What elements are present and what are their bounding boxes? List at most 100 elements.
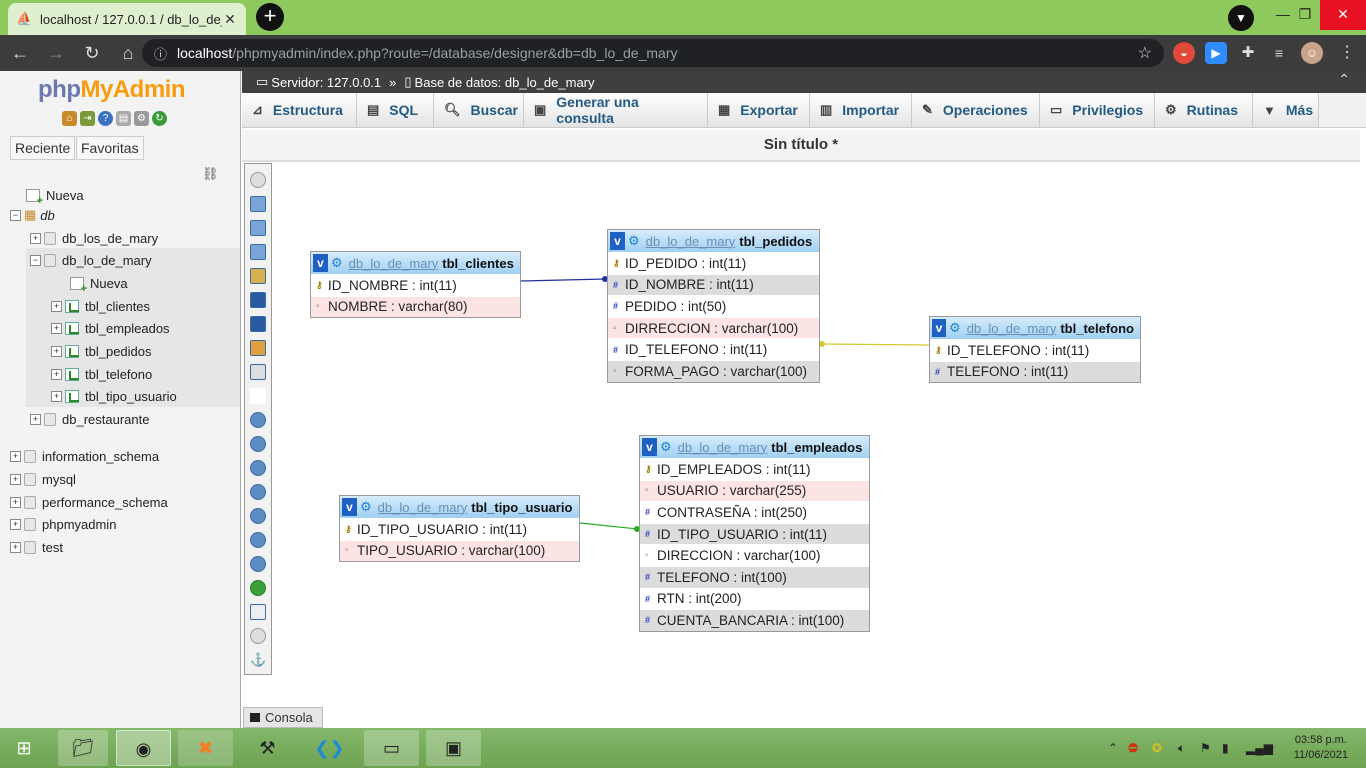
tab-privilegios[interactable]: ▭ Privilegios bbox=[1040, 93, 1155, 127]
column-row[interactable]: ▫ USUARIO : varchar(255) bbox=[640, 479, 869, 502]
expand-icon[interactable]: + bbox=[51, 300, 62, 312]
help-icon[interactable] bbox=[250, 460, 266, 476]
app-tool-icon[interactable]: ⚒ bbox=[240, 730, 295, 766]
toggle-table-icon[interactable]: v bbox=[932, 319, 947, 337]
tab-operaciones[interactable]: ✎ Operaciones bbox=[912, 93, 1040, 127]
create-table-icon[interactable] bbox=[250, 364, 266, 380]
tree-db-group[interactable]: − ▦ db bbox=[10, 206, 55, 224]
xampp-icon[interactable]: ✖ bbox=[178, 730, 233, 766]
tab-mas[interactable]: ▼ Más bbox=[1253, 93, 1319, 127]
tray-stop-icon[interactable]: ⛔︎ bbox=[1128, 741, 1138, 756]
table-header[interactable]: v ⚙ db_lo_de_mary tbl_tipo_usuario bbox=[340, 496, 579, 518]
fullscreen-icon[interactable] bbox=[250, 196, 266, 212]
tree-tbl-tipo-usuario[interactable]: + tbl_tipo_usuario bbox=[51, 387, 177, 405]
tray-chevron-icon[interactable]: ⌃ bbox=[1108, 741, 1118, 755]
volume-icon[interactable]: 🔈︎ bbox=[1178, 741, 1185, 756]
file-explorer-icon[interactable]: 📁︎ bbox=[58, 730, 108, 766]
vscode-icon[interactable]: ❮❯ bbox=[302, 730, 357, 766]
docs-icon[interactable]: ▤ bbox=[116, 111, 131, 126]
expand-icon[interactable]: + bbox=[51, 390, 62, 402]
profile-avatar[interactable]: ☺ bbox=[1301, 42, 1323, 64]
table-header[interactable]: v ⚙ db_lo_de_mary tbl_clientes bbox=[311, 252, 520, 274]
forward-arrow-icon[interactable]: → bbox=[40, 43, 72, 64]
expand-icon[interactable]: + bbox=[10, 496, 21, 508]
expand-icon[interactable]: + bbox=[30, 413, 41, 425]
tree-test[interactable]: + test bbox=[10, 538, 63, 556]
site-info-icon[interactable]: ⓘ bbox=[154, 44, 167, 63]
system-clock[interactable]: 03:58 p.m. 11/06/2021 bbox=[1294, 733, 1348, 763]
save-icon[interactable] bbox=[250, 292, 266, 308]
column-row[interactable]: ▫ DIRRECCION : varchar(100) bbox=[608, 316, 819, 339]
collapse-icon[interactable]: − bbox=[10, 209, 21, 221]
tree-db-los-de-mary[interactable]: + db_los_de_mary bbox=[30, 229, 158, 247]
extension-red-icon[interactable]: ◒ bbox=[1173, 42, 1195, 64]
add-tables-icon[interactable] bbox=[250, 220, 266, 236]
designer-table-tipo-usuario[interactable]: v ⚙ db_lo_de_mary tbl_tipo_usuario ⚷ ID_TIPO… bbox=[339, 495, 580, 563]
favorites-button[interactable]: Favoritas bbox=[76, 136, 144, 160]
column-row[interactable]: # CUENTA_BANCARIA : int(100) bbox=[640, 609, 869, 631]
address-bar[interactable]: ⓘ localhost/phpmyadmin/index.php?route=/… bbox=[142, 39, 1164, 67]
table-header[interactable]: v ⚙ db_lo_de_mary tbl_empleados bbox=[640, 436, 869, 458]
windows-start-icon[interactable]: ⊞ bbox=[4, 730, 44, 766]
column-row[interactable]: # ID_TELEFONO : int(11) bbox=[608, 338, 819, 360]
tab-estructura[interactable]: ⊿ Estructura bbox=[242, 93, 357, 127]
toggle-relation-lines-icon[interactable] bbox=[250, 580, 266, 596]
expand-icon[interactable]: + bbox=[51, 322, 62, 334]
designer-table-clientes[interactable]: v ⚙ db_lo_de_mary tbl_clientes ⚷ ID_NOMBRE :… bbox=[310, 251, 521, 319]
expand-icon[interactable]: + bbox=[10, 450, 21, 462]
column-row[interactable]: ▫ FORMA_PAGO : varchar(100) bbox=[608, 359, 819, 382]
column-row[interactable]: # RTN : int(200) bbox=[640, 587, 869, 610]
new-page-icon[interactable] bbox=[250, 244, 266, 260]
toggle-table-icon[interactable]: v bbox=[642, 438, 657, 456]
collapse-icon[interactable]: − bbox=[30, 254, 41, 266]
column-row[interactable]: # ID_TIPO_USUARIO : int(11) bbox=[640, 522, 869, 545]
delete-page-icon[interactable] bbox=[250, 340, 266, 356]
table-header[interactable]: v ⚙ db_lo_de_mary tbl_pedidos bbox=[608, 230, 819, 252]
recent-button[interactable]: Reciente bbox=[10, 136, 76, 160]
help-icon[interactable]: ? bbox=[98, 111, 113, 126]
choose-column-icon[interactable] bbox=[250, 412, 266, 428]
pin-text-icon[interactable]: ⚓ bbox=[250, 652, 266, 668]
home-icon[interactable]: ⌂ bbox=[62, 111, 77, 126]
tree-db-restaurante[interactable]: + db_restaurante bbox=[30, 410, 149, 428]
move-menu-icon[interactable] bbox=[250, 628, 266, 644]
tree-new-table[interactable]: Nueva bbox=[70, 274, 128, 295]
designer-table-empleados[interactable]: v ⚙ db_lo_de_mary tbl_empleados ⚷ ID_EMPLEAD… bbox=[639, 435, 870, 632]
link-chain-icon[interactable]: ⛓ bbox=[202, 166, 219, 182]
expand-icon[interactable]: + bbox=[10, 541, 21, 553]
tab-rutinas[interactable]: ⚙ Rutinas bbox=[1155, 93, 1253, 127]
tab-importar[interactable]: ▥ Importar bbox=[810, 93, 912, 127]
angular-links-icon[interactable] bbox=[250, 484, 266, 500]
media-control-icon[interactable]: ▼ bbox=[1228, 5, 1254, 31]
tab-sql[interactable]: ▤ SQL bbox=[357, 93, 434, 127]
export-schema-icon[interactable] bbox=[250, 604, 266, 620]
zoom-extension-icon[interactable]: ▶ bbox=[1205, 42, 1227, 64]
tree-performance-schema[interactable]: + performance_schema bbox=[10, 493, 168, 511]
expand-icon[interactable]: + bbox=[51, 368, 62, 380]
reload-icon[interactable]: ↻ bbox=[152, 111, 167, 126]
table-settings-icon[interactable]: ⚙ bbox=[628, 233, 640, 249]
expand-icon[interactable]: + bbox=[10, 518, 21, 530]
designer-table-pedidos[interactable]: v ⚙ db_lo_de_mary tbl_pedidos ⚷ ID_PEDIDO : … bbox=[607, 229, 820, 383]
home-icon[interactable]: ⌂ bbox=[112, 43, 144, 64]
column-row[interactable]: ⚷ ID_EMPLEADOS : int(11) bbox=[640, 458, 869, 480]
tree-phpmyadmin[interactable]: + phpmyadmin bbox=[10, 515, 116, 533]
notepad-icon[interactable]: ▭ bbox=[364, 730, 419, 766]
column-row[interactable]: ▫ TIPO_USUARIO : varchar(100) bbox=[340, 539, 579, 562]
small-big-all-icon[interactable] bbox=[250, 532, 266, 548]
tree-tbl-telefono[interactable]: + tbl_telefono bbox=[51, 365, 152, 383]
column-row[interactable]: # PEDIDO : int(50) bbox=[608, 295, 819, 317]
column-row[interactable]: ⚷ ID_TELEFONO : int(11) bbox=[930, 339, 1140, 361]
tree-information-schema[interactable]: + information_schema bbox=[10, 447, 159, 465]
expand-icon[interactable]: + bbox=[51, 345, 62, 357]
toggle-table-icon[interactable]: v bbox=[313, 254, 328, 272]
table-header[interactable]: v ⚙ db_lo_de_mary tbl_telefono bbox=[930, 317, 1140, 339]
column-row[interactable]: ⚷ ID_PEDIDO : int(11) bbox=[608, 252, 819, 274]
logout-icon[interactable]: ⇥ bbox=[80, 111, 95, 126]
extensions-puzzle-icon[interactable]: ✚ bbox=[1237, 42, 1259, 64]
image-viewer-icon[interactable]: ▣ bbox=[426, 730, 481, 766]
media-queue-icon[interactable]: ≡ bbox=[1268, 42, 1290, 64]
expand-icon[interactable]: + bbox=[10, 473, 21, 485]
column-row[interactable]: ⚷ ID_TIPO_USUARIO : int(11) bbox=[340, 518, 579, 540]
column-row[interactable]: ⚷ ID_NOMBRE : int(11) bbox=[311, 274, 520, 296]
